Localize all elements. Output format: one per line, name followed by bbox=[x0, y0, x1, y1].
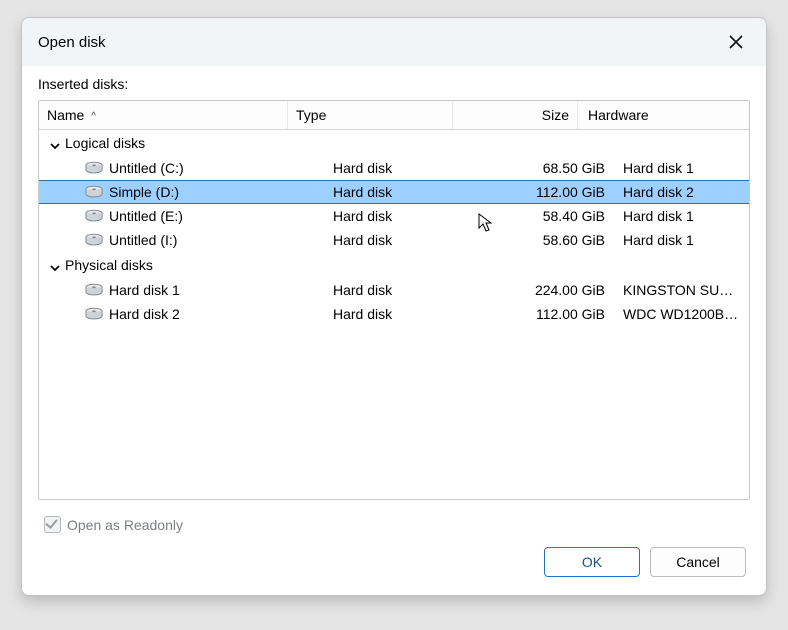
disk-size: 112.00 GiB bbox=[489, 304, 613, 324]
disk-name: Untitled (I:) bbox=[109, 230, 177, 250]
table-row[interactable]: Hard disk 2 Hard disk 112.00 GiB WDC WD1… bbox=[39, 302, 749, 326]
close-button[interactable] bbox=[722, 28, 750, 56]
table-row[interactable]: Hard disk 1 Hard disk 224.00 GiB KINGSTO… bbox=[39, 278, 749, 302]
open-readonly-checkbox[interactable]: Open as Readonly bbox=[44, 516, 744, 533]
disk-hardware: KINGSTON SUV300S37A240G bbox=[613, 280, 749, 300]
dialog-footer: Open as Readonly OK Cancel bbox=[38, 500, 750, 581]
column-header-hardware[interactable]: Hardware bbox=[578, 101, 749, 129]
disk-size: 58.40 GiB bbox=[489, 206, 613, 226]
disk-hardware: Hard disk 2 bbox=[613, 182, 749, 202]
group-logical-label: Logical disks bbox=[65, 133, 145, 153]
chevron-down-icon bbox=[49, 259, 61, 271]
disk-icon bbox=[85, 233, 103, 247]
column-header-type[interactable]: Type bbox=[288, 101, 453, 129]
disk-type: Hard disk bbox=[325, 206, 489, 226]
group-physical-disks[interactable]: Physical disks bbox=[39, 252, 749, 278]
checkbox-icon bbox=[44, 516, 61, 533]
chevron-down-icon bbox=[49, 137, 61, 149]
open-disk-dialog: Open disk Inserted disks: Name ^ Type Si… bbox=[21, 17, 767, 596]
table-row[interactable]: Untitled (E:) Hard disk 58.40 GiB Hard d… bbox=[39, 204, 749, 228]
disk-name: Untitled (E:) bbox=[109, 206, 183, 226]
disk-icon bbox=[85, 161, 103, 175]
column-header-name-label: Name bbox=[47, 107, 84, 123]
disk-type: Hard disk bbox=[325, 230, 489, 250]
disk-size: 224.00 GiB bbox=[489, 280, 613, 300]
cancel-button[interactable]: Cancel bbox=[650, 547, 746, 577]
disk-hardware: WDC WD1200BEVS-22UST0 bbox=[613, 304, 749, 324]
ok-button[interactable]: OK bbox=[544, 547, 640, 577]
disk-hardware: Hard disk 1 bbox=[613, 158, 749, 178]
column-headers: Name ^ Type Size Hardware bbox=[39, 101, 749, 130]
column-header-size[interactable]: Size bbox=[453, 101, 578, 129]
disk-type: Hard disk bbox=[325, 280, 489, 300]
table-row[interactable]: Simple (D:) Hard disk 112.00 GiB Hard di… bbox=[39, 180, 749, 204]
disk-type: Hard disk bbox=[325, 304, 489, 324]
titlebar: Open disk bbox=[22, 18, 766, 66]
disk-list: Name ^ Type Size Hardware Logical disks bbox=[38, 100, 750, 500]
column-header-name[interactable]: Name ^ bbox=[39, 101, 288, 129]
disk-rows: Logical disks Untitled (C:) Hard disk 68… bbox=[39, 130, 749, 499]
inserted-disks-label: Inserted disks: bbox=[38, 76, 750, 92]
disk-size: 68.50 GiB bbox=[489, 158, 613, 178]
disk-type: Hard disk bbox=[325, 158, 489, 178]
dialog-title: Open disk bbox=[38, 34, 106, 51]
group-physical-label: Physical disks bbox=[65, 255, 153, 275]
close-icon bbox=[729, 35, 743, 49]
table-row[interactable]: Untitled (C:) Hard disk 68.50 GiB Hard d… bbox=[39, 156, 749, 180]
sort-indicator-icon: ^ bbox=[91, 111, 96, 122]
disk-name: Untitled (C:) bbox=[109, 158, 184, 178]
disk-hardware: Hard disk 1 bbox=[613, 206, 749, 226]
disk-icon bbox=[85, 185, 103, 199]
group-logical-disks[interactable]: Logical disks bbox=[39, 130, 749, 156]
disk-name: Hard disk 1 bbox=[109, 280, 180, 300]
table-row[interactable]: Untitled (I:) Hard disk 58.60 GiB Hard d… bbox=[39, 228, 749, 252]
disk-icon bbox=[85, 307, 103, 321]
disk-icon bbox=[85, 209, 103, 223]
disk-size: 58.60 GiB bbox=[489, 230, 613, 250]
disk-hardware: Hard disk 1 bbox=[613, 230, 749, 250]
open-readonly-label: Open as Readonly bbox=[67, 517, 183, 533]
disk-icon bbox=[85, 283, 103, 297]
disk-name: Hard disk 2 bbox=[109, 304, 180, 324]
disk-name: Simple (D:) bbox=[109, 182, 179, 202]
cursor-icon bbox=[478, 213, 494, 233]
disk-type: Hard disk bbox=[325, 182, 489, 202]
disk-size: 112.00 GiB bbox=[489, 182, 613, 202]
